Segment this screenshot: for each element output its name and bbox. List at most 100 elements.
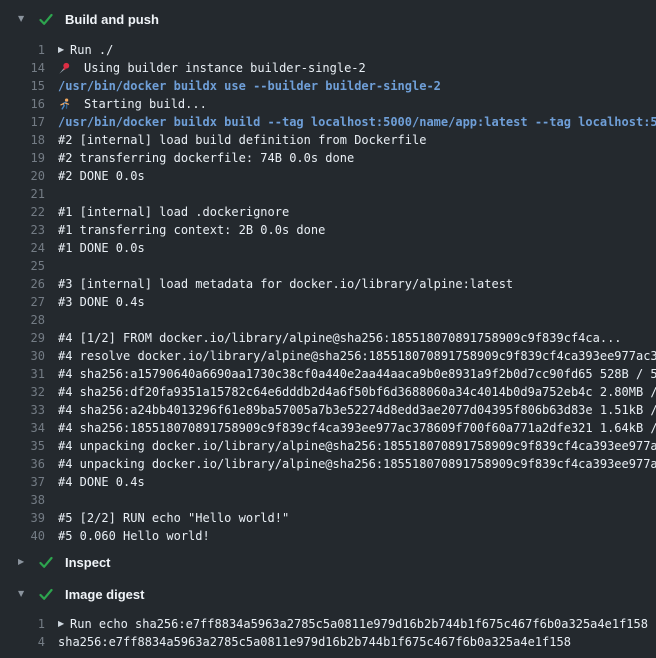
- log-line: 29 #4 [1/2] FROM docker.io/library/alpine…: [0, 329, 656, 347]
- line-number[interactable]: 1: [0, 41, 45, 59]
- log-text: #2 [internal] load build definition from…: [58, 131, 426, 149]
- log-line-content: ▶Run ./: [58, 41, 656, 59]
- log-line-content: #2 transferring dockerfile: 74B 0.0s don…: [58, 149, 656, 167]
- log-text: #2 transferring dockerfile: 74B 0.0s don…: [58, 149, 354, 167]
- line-number[interactable]: 23: [0, 221, 45, 239]
- log-text: #4 resolve docker.io/library/alpine@sha2…: [58, 347, 656, 365]
- pushpin-icon: [58, 62, 75, 75]
- log-line-content: Using builder instance builder-single-2: [58, 59, 656, 77]
- log-line: 33#4 sha256:a24bb4013296f61e89ba57005a7b…: [0, 401, 656, 419]
- log-line-content: #3 DONE 0.4s: [58, 293, 656, 311]
- log-line-content: #4 resolve docker.io/library/alpine@sha2…: [58, 347, 656, 365]
- line-number[interactable]: 17: [0, 113, 45, 131]
- log-text: #3 [internal] load metadata for docker.i…: [58, 275, 513, 293]
- section-header-image-digest[interactable]: ▼Image digest: [0, 585, 656, 603]
- line-number[interactable]: 4: [0, 633, 45, 651]
- line-number[interactable]: 38: [0, 491, 45, 509]
- log-line: 39 #5 [2/2] RUN echo "Hello world!": [0, 509, 656, 527]
- log-line: 32 #4 sha256:df20fa9351a15782c64e6dddb2d4…: [0, 383, 656, 401]
- line-number[interactable]: 14: [0, 59, 45, 77]
- line-number[interactable]: 21: [0, 185, 45, 203]
- log-text: #4 sha256:185518070891758909c9f839cf4ca3…: [58, 419, 656, 437]
- check-icon: [39, 588, 53, 601]
- line-number[interactable]: 29: [0, 329, 45, 347]
- log-text: #5 0.060 Hello world!: [58, 527, 210, 545]
- section-title: Build and push: [65, 12, 159, 27]
- log-line-content: #2 DONE 0.0s: [58, 167, 656, 185]
- line-number[interactable]: 40: [0, 527, 45, 545]
- log-line: 1 ▶Run ./: [0, 41, 656, 59]
- line-number[interactable]: 35: [0, 437, 45, 455]
- log-line: 4 sha256:e7ff8834a5963a2785c5a0811e979d16…: [0, 633, 656, 651]
- line-number[interactable]: 39: [0, 509, 45, 527]
- log-line-content: [58, 185, 656, 203]
- log-line: 25: [0, 257, 656, 275]
- line-number[interactable]: 31: [0, 365, 45, 383]
- check-icon: [39, 556, 53, 569]
- log-line: 14 Using builder instance builder-single-…: [0, 59, 656, 77]
- line-number[interactable]: 37: [0, 473, 45, 491]
- log-text: #1 transferring context: 2B 0.0s done: [58, 221, 325, 239]
- log-text: #4 sha256:df20fa9351a15782c64e6dddb2d4a6…: [58, 383, 656, 401]
- line-number[interactable]: 32: [0, 383, 45, 401]
- log-text: #4 [1/2] FROM docker.io/library/alpine@s…: [58, 329, 622, 347]
- expand-run-icon[interactable]: ▶: [58, 41, 70, 59]
- line-number[interactable]: 19: [0, 149, 45, 167]
- log-line-content: #1 DONE 0.0s: [58, 239, 656, 257]
- log-line-content: #4 [1/2] FROM docker.io/library/alpine@s…: [58, 329, 656, 347]
- log-text: #2 DONE 0.0s: [58, 167, 145, 185]
- log-line: 30 #4 resolve docker.io/library/alpine@sh…: [0, 347, 656, 365]
- workflow-log: ▼Build and push1▶Run ./14Using builder i…: [0, 0, 656, 658]
- chevron-down-icon[interactable]: ▼: [18, 10, 27, 28]
- log-line: 27 #3 DONE 0.4s: [0, 293, 656, 311]
- line-number[interactable]: 27: [0, 293, 45, 311]
- log-line: 38: [0, 491, 656, 509]
- log-line: 19 #2 transferring dockerfile: 74B 0.0s d…: [0, 149, 656, 167]
- log-line-content: #4 sha256:185518070891758909c9f839cf4ca3…: [58, 419, 656, 437]
- expand-run-icon[interactable]: ▶: [58, 615, 70, 633]
- log-text: Starting build...: [84, 95, 207, 113]
- log-line-content: /usr/bin/docker buildx use --builder bui…: [58, 77, 656, 95]
- log-line-content: #5 0.060 Hello world!: [58, 527, 656, 545]
- line-number[interactable]: 33: [0, 401, 45, 419]
- line-number[interactable]: 30: [0, 347, 45, 365]
- chevron-down-icon[interactable]: ▼: [18, 585, 27, 603]
- line-number[interactable]: 15: [0, 77, 45, 95]
- log-line: 15/usr/bin/docker buildx use --builder b…: [0, 77, 656, 95]
- line-number[interactable]: 28: [0, 311, 45, 329]
- line-number[interactable]: 26: [0, 275, 45, 293]
- line-number[interactable]: 34: [0, 419, 45, 437]
- log-text: sha256:e7ff8834a5963a2785c5a0811e979d16b…: [58, 633, 571, 651]
- section-header-build-and-push[interactable]: ▼ Build and push: [0, 10, 656, 28]
- log-line-content: /usr/bin/docker buildx build --tag local…: [58, 113, 656, 131]
- log-line-content: #2 [internal] load build definition from…: [58, 131, 656, 149]
- log-text: #5 [2/2] RUN echo "Hello world!": [58, 509, 289, 527]
- log-line: 17/usr/bin/docker buildx build --tag loc…: [0, 113, 656, 131]
- line-number[interactable]: 16: [0, 95, 45, 113]
- log-line-content: #3 [internal] load metadata for docker.i…: [58, 275, 656, 293]
- line-number[interactable]: 1: [0, 615, 45, 633]
- log-line-content: ▶Run echo sha256:e7ff8834a5963a2785c5a08…: [58, 615, 656, 633]
- log-line: 34 #4 sha256:185518070891758909c9f839cf4c…: [0, 419, 656, 437]
- log-line: 20 #2 DONE 0.0s: [0, 167, 656, 185]
- log-line-content: Starting build...: [58, 95, 656, 113]
- log-line: 37#4 DONE 0.4s: [0, 473, 656, 491]
- line-number[interactable]: 24: [0, 239, 45, 257]
- line-number[interactable]: 20: [0, 167, 45, 185]
- log-text: #1 DONE 0.0s: [58, 239, 145, 257]
- section-header-inspect[interactable]: ▶Inspect: [0, 553, 656, 571]
- log-text: #4 unpacking docker.io/library/alpine@sh…: [58, 455, 656, 473]
- log-line: 31 #4 sha256:a15790640a6690aa1730c38cf0a4…: [0, 365, 656, 383]
- line-number[interactable]: 36: [0, 455, 45, 473]
- line-number[interactable]: 18: [0, 131, 45, 149]
- line-number[interactable]: 22: [0, 203, 45, 221]
- log-text: #4 sha256:a15790640a6690aa1730c38cf0a440…: [58, 365, 656, 383]
- section-lines: 1 ▶Run echo sha256:e7ff8834a5963a2785c5a0…: [0, 615, 656, 651]
- log-text: /usr/bin/docker buildx build --tag local…: [58, 113, 656, 131]
- log-line: 22 #1 [internal] load .dockerignore: [0, 203, 656, 221]
- log-line: 1 ▶Run echo sha256:e7ff8834a5963a2785c5a0…: [0, 615, 656, 633]
- log-line-content: #5 [2/2] RUN echo "Hello world!": [58, 509, 656, 527]
- log-line-content: #1 [internal] load .dockerignore: [58, 203, 656, 221]
- line-number[interactable]: 25: [0, 257, 45, 275]
- chevron-right-icon[interactable]: ▶: [18, 553, 27, 571]
